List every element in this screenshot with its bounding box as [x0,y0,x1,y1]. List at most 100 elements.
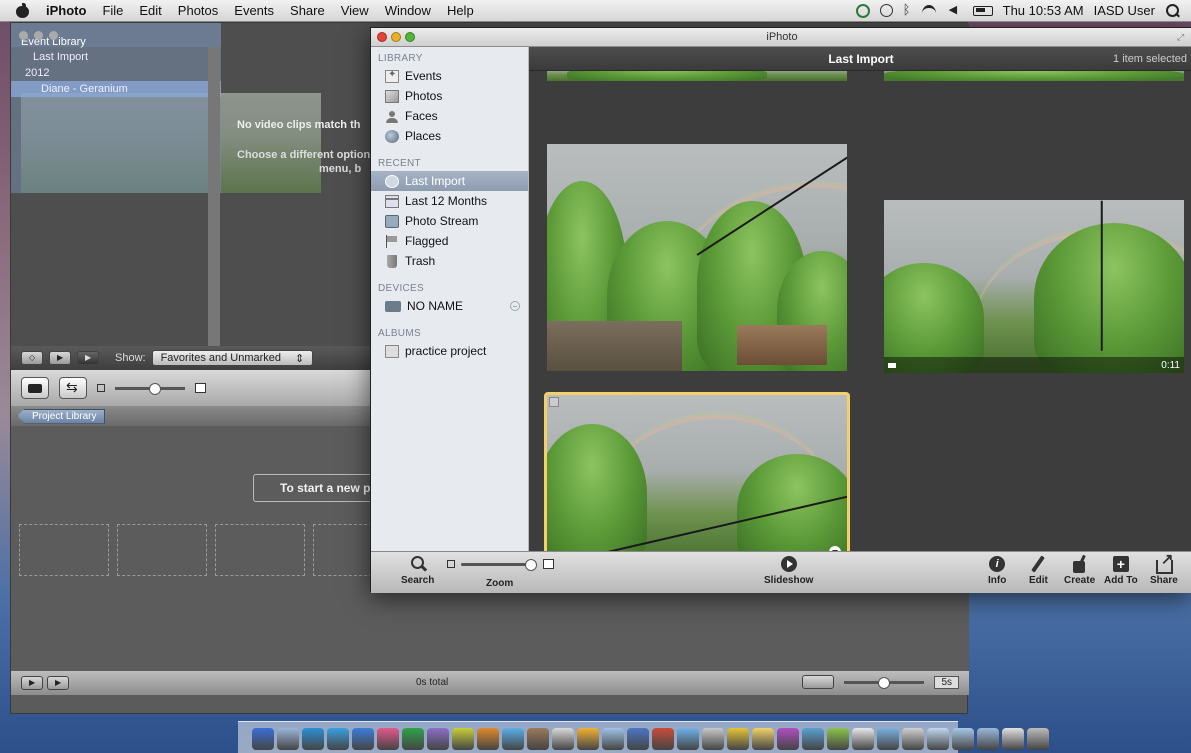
dock-app-icon[interactable] [352,728,374,750]
dock-app-icon[interactable] [327,728,349,750]
play-button[interactable]: ▶ [77,351,99,365]
spotlight-search-icon[interactable] [1165,3,1181,18]
dock-app-icon[interactable] [602,728,624,750]
share-button[interactable]: Share [1150,550,1178,586]
dock-app-icon[interactable] [802,728,824,750]
edit-button[interactable]: Edit [1029,555,1048,586]
menu-window[interactable]: Window [377,3,439,18]
thumbnail-size-slider[interactable] [115,382,185,395]
create-button[interactable]: Create [1064,555,1095,586]
dock-app-icon[interactable] [302,728,324,750]
sidebar-item-photos[interactable]: Photos [371,86,528,106]
photo-thumbnail[interactable] [547,71,847,81]
eject-icon[interactable] [510,301,520,311]
photo-thumbnail[interactable] [884,71,1184,81]
dock-app-icon[interactable] [427,728,449,750]
bluetooth-icon[interactable] [903,2,911,18]
dock-app-icon[interactable] [727,728,749,750]
sync-icon[interactable] [855,3,870,18]
sidebar-item-practice-project[interactable]: practice project [371,341,528,361]
dock-app-icon[interactable] [452,728,474,750]
minimize-window-icon[interactable] [391,32,401,42]
camera-import-button[interactable] [21,377,49,399]
zoom-slider[interactable] [461,558,537,571]
volume-icon[interactable] [947,3,963,18]
zoom-window-icon[interactable] [405,32,415,42]
dock-app-icon[interactable] [652,728,674,750]
close-window-icon[interactable] [377,32,387,42]
sidebar-item-places[interactable]: Places [371,126,528,146]
menu-app-iphoto[interactable]: iPhoto [44,3,94,18]
fullscreen-toggle-icon[interactable]: ⤢ [1177,32,1187,42]
video-thumbnail[interactable]: 0:11 [884,200,1184,373]
dock-app-icon[interactable] [252,728,274,750]
dock-app-icon[interactable] [277,728,299,750]
battery-icon[interactable] [972,5,993,16]
dock-app-icon[interactable] [502,728,524,750]
dock-app-icon[interactable] [1027,728,1049,750]
apple-menu-icon[interactable] [14,2,32,19]
menu-view[interactable]: View [333,3,377,18]
sidebar-item-last-12-months[interactable]: Last 12 Months [371,191,528,211]
photo-flag-icon[interactable] [549,397,559,407]
clip-duration-slider[interactable] [844,676,925,689]
dock-app-icon[interactable] [577,728,599,750]
menu-edit[interactable]: Edit [131,3,169,18]
event-row-2012[interactable]: 2012 [11,65,221,81]
selected-photo-thumbnail[interactable] [544,392,850,551]
sidebar-item-faces[interactable]: Faces [371,106,528,126]
dock-app-icon[interactable] [527,728,549,750]
dock-app-icon[interactable] [877,728,899,750]
dock-app-icon[interactable] [627,728,649,750]
dock-app-icon[interactable] [752,728,774,750]
dock-app-icon[interactable] [402,728,424,750]
sidebar-item-events[interactable]: Events [371,66,528,86]
project-library-button[interactable]: Project Library [17,408,106,424]
info-button[interactable]: Info [988,555,1006,586]
menu-share[interactable]: Share [282,3,333,18]
dock-app-icon[interactable] [927,728,949,750]
dock-app-icon[interactable] [827,728,849,750]
project-play-button[interactable]: ▶ [47,676,69,690]
dock-app-icon[interactable] [902,728,924,750]
sidebar-item-last-import[interactable]: Last Import [371,171,528,191]
event-row-diane-geranium[interactable]: Diane - Geranium [11,81,221,97]
dock-app-icon[interactable] [377,728,399,750]
search-button[interactable]: Search [401,555,434,586]
iphoto-title-bar[interactable]: iPhoto ⤢ [371,28,1191,47]
menubar-clock[interactable]: Thu 10:53 AM [1003,3,1084,18]
wifi-icon[interactable] [921,4,937,18]
play-full-screen-button[interactable]: ▶ [49,351,71,365]
event-row-last-import[interactable]: Last Import [11,49,221,65]
event-view-toggle-button[interactable]: ◇ [21,351,43,365]
dock-app-icon[interactable] [777,728,799,750]
sidebar-item-flagged[interactable]: Flagged [371,231,528,251]
sidebar-item-no-name-device[interactable]: NO NAME [371,296,528,316]
menu-help[interactable]: Help [439,3,482,18]
swap-events-projects-button[interactable] [59,377,87,399]
menu-photos[interactable]: Photos [170,3,226,18]
slideshow-button[interactable]: Slideshow [764,555,813,586]
dock-app-icon[interactable] [1002,728,1024,750]
add-to-button[interactable]: Add To [1104,555,1138,586]
menubar-user[interactable]: IASD User [1094,3,1155,18]
project-play-full-button[interactable]: ▶ [21,676,43,690]
dock-app-icon[interactable] [702,728,724,750]
event-library-scrollbar[interactable] [208,47,220,347]
dock-app-icon[interactable] [977,728,999,750]
dock-app-icon[interactable] [552,728,574,750]
dock-app-icon[interactable] [677,728,699,750]
show-filter-select[interactable]: Favorites and Unmarked ⇕ [151,350,314,366]
time-machine-icon[interactable] [879,4,893,17]
dock-app-icon[interactable] [952,728,974,750]
dock-app-icon[interactable] [852,728,874,750]
sidebar-item-trash[interactable]: Trash [371,251,528,271]
audio-waveform-button[interactable] [802,675,835,689]
info-icon [988,555,1006,573]
menu-file[interactable]: File [94,3,131,18]
photo-thumbnail[interactable] [547,144,847,371]
sidebar-item-photo-stream[interactable]: Photo Stream [371,211,528,231]
play-icon [780,555,798,573]
menu-events[interactable]: Events [226,3,282,18]
dock-app-icon[interactable] [477,728,499,750]
